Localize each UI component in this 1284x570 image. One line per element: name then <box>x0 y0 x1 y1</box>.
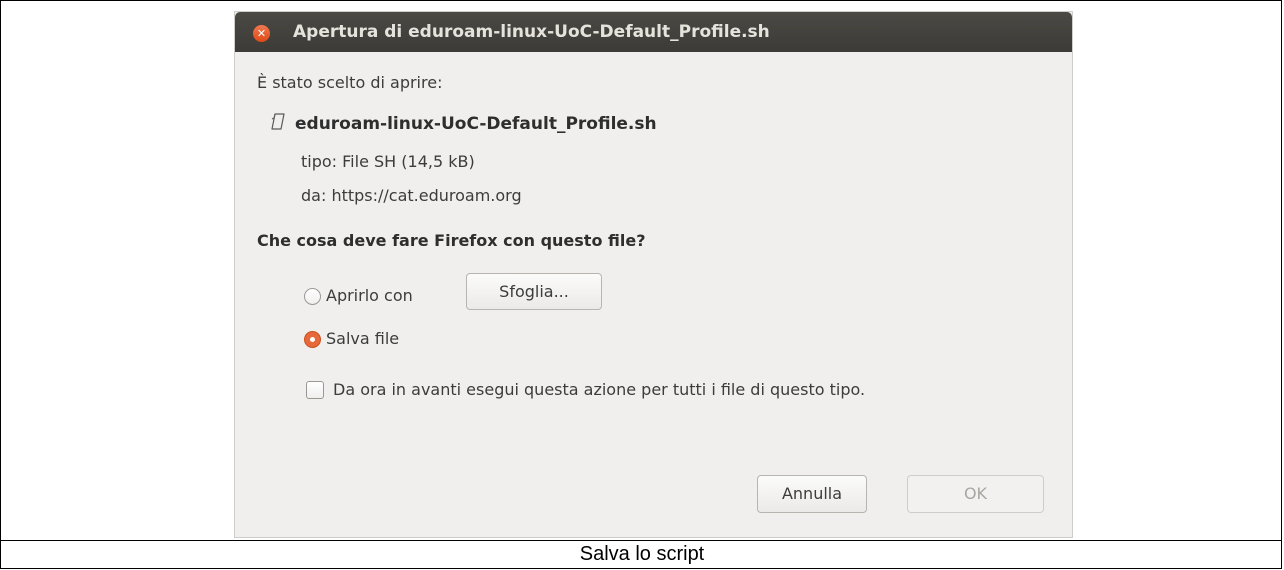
figure-caption: Salva lo script <box>579 543 705 565</box>
save-file-label[interactable]: Salva file <box>326 329 399 348</box>
close-button[interactable]: ✕ <box>253 25 270 42</box>
browse-button[interactable]: Sfoglia... <box>466 273 602 310</box>
open-file-dialog: ✕ Apertura di eduroam-linux-UoC-Default_… <box>235 12 1072 537</box>
file-name: eduroam-linux-UoC-Default_Profile.sh <box>295 114 657 134</box>
open-with-label[interactable]: Aprirlo con <box>326 286 413 305</box>
always-do-checkbox[interactable] <box>306 381 324 399</box>
save-file-radio[interactable] <box>304 331 321 348</box>
intro-text: È stato scelto di aprire: <box>257 73 443 92</box>
close-icon: ✕ <box>256 27 267 40</box>
file-icon <box>271 113 285 130</box>
ok-button[interactable]: OK <box>907 475 1044 513</box>
open-with-radio[interactable] <box>304 288 321 305</box>
dialog-title: Apertura di eduroam-linux-UoC-Default_Pr… <box>293 22 770 42</box>
dialog-titlebar: ✕ Apertura di eduroam-linux-UoC-Default_… <box>235 12 1072 52</box>
always-do-label[interactable]: Da ora in avanti esegui questa azione pe… <box>333 380 865 399</box>
file-source: da: https://cat.eduroam.org <box>301 186 522 205</box>
action-question: Che cosa deve fare Firefox con questo fi… <box>257 231 646 250</box>
file-type: tipo: File SH (14,5 kB) <box>301 152 475 171</box>
cancel-button[interactable]: Annulla <box>757 475 867 513</box>
